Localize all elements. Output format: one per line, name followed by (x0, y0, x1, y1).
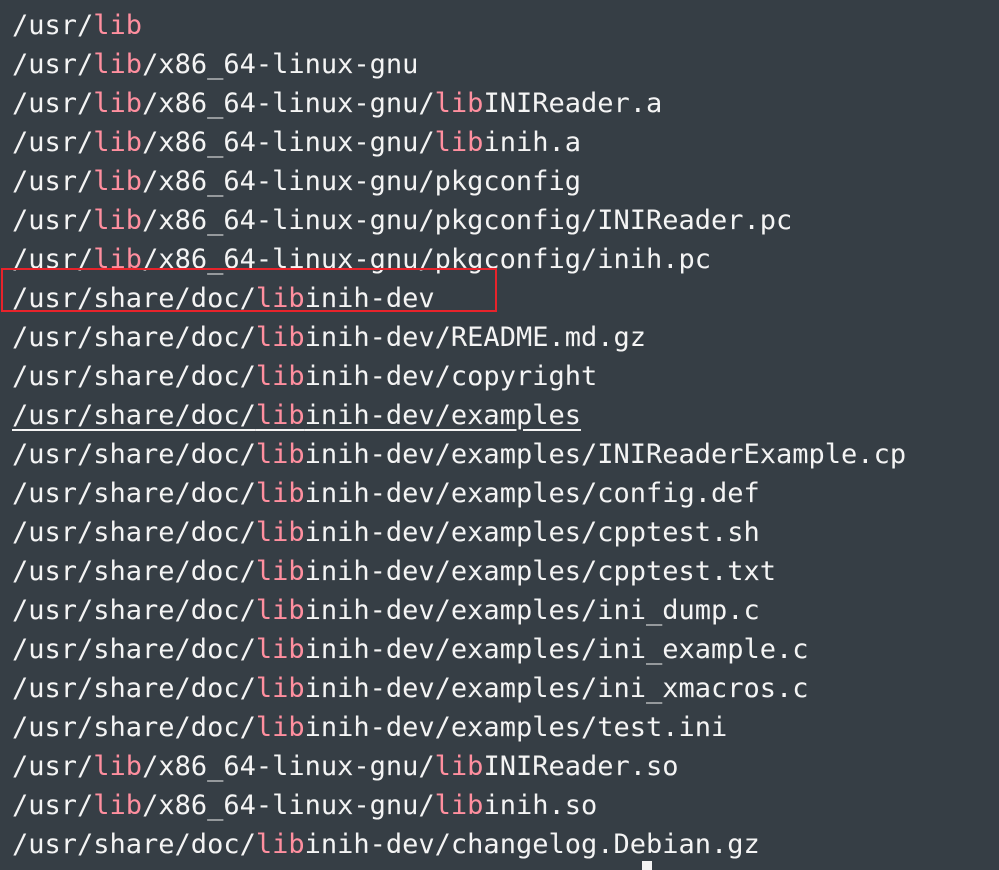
path-text: /usr/share/doc/ (12, 595, 256, 626)
terminal-output: /usr/lib/usr/lib/x86_64-linux-gnu/usr/li… (12, 6, 906, 864)
path-text: /usr/share/doc/ (12, 829, 256, 860)
match-highlight: lib (255, 829, 305, 860)
path-text: /usr/share/doc/ (12, 400, 256, 431)
terminal-line: /usr/lib/x86_64-linux-gnu/libinih.so (12, 786, 906, 825)
path-text: /usr/ (12, 244, 94, 275)
terminal-cursor (642, 861, 652, 870)
match-highlight: lib (255, 673, 305, 704)
path-text: inih-dev/examples/ini_dump.c (304, 595, 760, 626)
path-text: inih.so (483, 790, 598, 821)
match-highlight: lib (93, 88, 143, 119)
path-text: inih-dev/README.md.gz (304, 322, 646, 353)
match-highlight: lib (93, 244, 143, 275)
terminal-line: /usr/lib/x86_64-linux-gnu/libinih.a (12, 123, 906, 162)
match-highlight: lib (93, 205, 143, 236)
match-highlight: lib (255, 517, 305, 548)
terminal-line: /usr/share/doc/libinih-dev/examples/cppt… (12, 552, 906, 591)
terminal-line: /usr/lib/x86_64-linux-gnu/pkgconfig (12, 162, 906, 201)
path-text: inih-dev/examples (304, 400, 581, 431)
path-text: inih-dev/changelog.Debian.gz (304, 829, 760, 860)
path-text: inih-dev/examples/cpptest.txt (304, 556, 777, 587)
path-text: inih.a (483, 127, 581, 158)
path-text: /usr/share/doc/ (12, 712, 256, 743)
match-highlight: lib (255, 361, 305, 392)
path-text: /usr/share/doc/ (12, 634, 256, 665)
path-text: /usr/share/doc/ (12, 478, 256, 509)
path-text: /x86_64-linux-gnu/ (142, 751, 435, 782)
terminal-line: /usr/share/doc/libinih-dev/examples/INIR… (12, 435, 906, 474)
match-highlight: lib (93, 10, 143, 41)
match-highlight: lib (255, 322, 305, 353)
match-highlight: lib (434, 751, 484, 782)
match-highlight: lib (255, 595, 305, 626)
match-highlight: lib (255, 400, 305, 431)
terminal-line: /usr/share/doc/libinih-dev/examples (12, 396, 906, 435)
path-text: /usr/ (12, 205, 94, 236)
terminal-line: /usr/lib (12, 6, 906, 45)
path-text: /x86_64-linux-gnu/ (142, 127, 435, 158)
terminal-line: /usr/share/doc/libinih-dev/examples/ini_… (12, 630, 906, 669)
path-text: /x86_64-linux-gnu/pkgconfig (142, 166, 581, 197)
match-highlight: lib (93, 790, 143, 821)
match-highlight: lib (255, 712, 305, 743)
path-text: /usr/ (12, 10, 94, 41)
path-text: /usr/share/doc/ (12, 517, 256, 548)
path-text: inih-dev/examples/config.def (304, 478, 760, 509)
path-text: /usr/share/doc/ (12, 556, 256, 587)
terminal-line: /usr/share/doc/libinih-dev/copyright (12, 357, 906, 396)
path-text: /x86_64-linux-gnu/pkgconfig/INIReader.pc (142, 205, 793, 236)
path-text: /usr/share/doc/ (12, 673, 256, 704)
path-text: /usr/ (12, 166, 94, 197)
terminal-line: /usr/lib/x86_64-linux-gnu/libINIReader.a (12, 84, 906, 123)
match-highlight: lib (255, 634, 305, 665)
path-text: /x86_64-linux-gnu/pkgconfig/inih.pc (142, 244, 712, 275)
terminal-line: /usr/share/doc/libinih-dev (12, 279, 906, 318)
path-text: /usr/ (12, 790, 94, 821)
match-highlight: lib (255, 439, 305, 470)
path-text: /usr/share/doc/ (12, 439, 256, 470)
path-text: /x86_64-linux-gnu/ (142, 88, 435, 119)
path-text: inih-dev (304, 283, 435, 314)
path-text: /x86_64-linux-gnu (142, 49, 419, 80)
match-highlight: lib (255, 556, 305, 587)
path-text: INIReader.a (483, 88, 663, 119)
path-text: /usr/ (12, 127, 94, 158)
match-highlight: lib (93, 166, 143, 197)
terminal-line: /usr/share/doc/libinih-dev/changelog.Deb… (12, 825, 906, 864)
terminal-line: /usr/share/doc/libinih-dev/examples/cppt… (12, 513, 906, 552)
path-text: /usr/share/doc/ (12, 361, 256, 392)
path-text: /x86_64-linux-gnu/ (142, 790, 435, 821)
match-highlight: lib (434, 127, 484, 158)
match-highlight: lib (434, 88, 484, 119)
path-text: inih-dev/examples/cpptest.sh (304, 517, 760, 548)
path-text: /usr/ (12, 88, 94, 119)
match-highlight: lib (93, 127, 143, 158)
match-highlight: lib (93, 49, 143, 80)
match-highlight: lib (255, 283, 305, 314)
terminal-line: /usr/share/doc/libinih-dev/README.md.gz (12, 318, 906, 357)
terminal-line: /usr/share/doc/libinih-dev/examples/ini_… (12, 669, 906, 708)
path-text: inih-dev/examples/ini_example.c (304, 634, 809, 665)
path-text: inih-dev/examples/INIReaderExample.cp (304, 439, 907, 470)
terminal-line: /usr/share/doc/libinih-dev/examples/ini_… (12, 591, 906, 630)
terminal-line: /usr/lib/x86_64-linux-gnu/libINIReader.s… (12, 747, 906, 786)
match-highlight: lib (93, 751, 143, 782)
path-text: INIReader.so (483, 751, 679, 782)
terminal-line: /usr/share/doc/libinih-dev/examples/conf… (12, 474, 906, 513)
path-text: /usr/ (12, 49, 94, 80)
path-text: /usr/share/doc/ (12, 322, 256, 353)
terminal-line: /usr/lib/x86_64-linux-gnu (12, 45, 906, 84)
match-highlight: lib (434, 790, 484, 821)
match-highlight: lib (255, 478, 305, 509)
path-text: /usr/share/doc/ (12, 283, 256, 314)
terminal-window[interactable]: /usr/lib/usr/lib/x86_64-linux-gnu/usr/li… (0, 0, 999, 870)
terminal-line: /usr/share/doc/libinih-dev/examples/test… (12, 708, 906, 747)
terminal-line: /usr/lib/x86_64-linux-gnu/pkgconfig/INIR… (12, 201, 906, 240)
terminal-line: /usr/lib/x86_64-linux-gnu/pkgconfig/inih… (12, 240, 906, 279)
path-text: inih-dev/examples/test.ini (304, 712, 728, 743)
path-text: inih-dev/copyright (304, 361, 598, 392)
path-text: /usr/ (12, 751, 94, 782)
path-text: inih-dev/examples/ini_xmacros.c (304, 673, 809, 704)
